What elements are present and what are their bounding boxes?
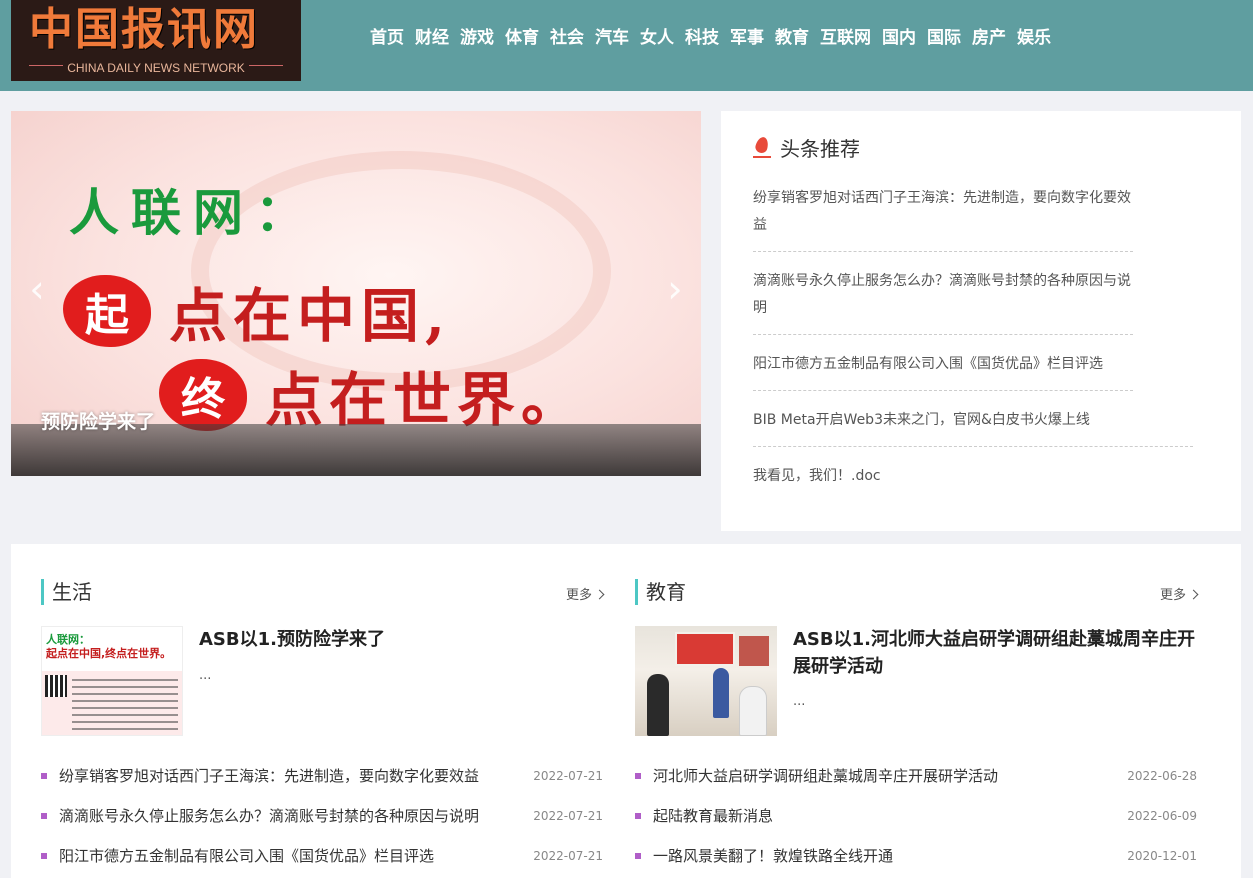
section-header: 教育 更多 — [635, 578, 1199, 606]
list-item[interactable]: 纷享销客罗旭对话西门子王海滨：先进制造，要向数字化要效益 2022-07-21 — [41, 764, 603, 804]
list-item[interactable]: 河北师大益启研学调研组赴藁城周辛庄开展研学活动 2022-06-28 — [635, 764, 1197, 804]
section-title: 生活 — [52, 580, 92, 604]
list-item-date: 2022-06-09 — [1127, 809, 1197, 823]
list-item-title: 河北师大益启研学调研组赴藁城周辛庄开展研学活动 — [653, 767, 999, 785]
logo-text: 中国报讯网 — [29, 4, 259, 55]
thumb-poster — [675, 632, 735, 666]
list-item-date: 2022-07-21 — [533, 849, 603, 863]
nav-item-games[interactable]: 游戏 — [460, 26, 494, 50]
more-link-text: 更多 — [1159, 588, 1186, 603]
nav-item-internet[interactable]: 互联网 — [820, 26, 871, 50]
logo-subtitle-text: CHINA DAILY NEWS NETWORK — [63, 61, 249, 75]
bullet-icon — [41, 853, 47, 859]
nav-item-domestic[interactable]: 国内 — [882, 26, 916, 50]
more-link[interactable]: 更多 — [1159, 584, 1199, 603]
fire-icon — [753, 137, 771, 159]
bullet-icon — [635, 813, 641, 819]
qr-code-icon — [45, 675, 67, 697]
list-item[interactable]: 一路风景美翻了！敦煌铁路全线开通 2020-12-01 — [635, 844, 1197, 878]
site-logo[interactable]: 中国报讯网 CHINA DAILY NEWS NETWORK — [11, 0, 301, 81]
section-life: 生活 更多 人联网： 起点在中国,终点在世界。 ASB以1.预防险学来了 ...… — [41, 544, 605, 878]
main-nav: 首页 财经 游戏 体育 社会 汽车 女人 科技 军事 教育 互联网 国内 国际 … — [370, 26, 1062, 50]
featured-thumbnail[interactable] — [635, 626, 777, 736]
headline-title-text: 头条推荐 — [780, 137, 860, 161]
section-accent-bar — [41, 579, 44, 605]
list-item-title: 滴滴账号永久停止服务怎么办？滴滴账号封禁的各种原因与说明 — [59, 807, 480, 825]
featured-title[interactable]: ASB以1.预防险学来了 — [199, 626, 603, 653]
slider-prev-icon[interactable]: ‹ — [23, 269, 51, 309]
slider-next-icon[interactable]: › — [661, 269, 689, 309]
nav-item-home[interactable]: 首页 — [370, 26, 404, 50]
headline-panel: 头条推荐 纷享销客罗旭对话西门子王海滨：先进制造，要向数字化要效益 滴滴账号永久… — [721, 111, 1241, 531]
bullet-icon — [635, 773, 641, 779]
featured-excerpt: ... — [199, 668, 212, 683]
hero-slider[interactable]: 人联网： 起 点在中国, 终 点在世界。 预防险学来了 ‹ › — [11, 111, 701, 476]
list-item[interactable]: 滴滴账号永久停止服务怎么办？滴滴账号封禁的各种原因与说明 2022-07-21 — [41, 804, 603, 844]
list-item[interactable]: 起陆教育最新消息 2022-06-09 — [635, 804, 1197, 844]
more-link[interactable]: 更多 — [565, 584, 605, 603]
list-item-title: 起陆教育最新消息 — [653, 807, 774, 825]
slide-blob-end: 终 — [159, 359, 247, 431]
news-list: 纷享销客罗旭对话西门子王海滨：先进制造，要向数字化要效益 2022-07-21 … — [41, 764, 603, 878]
site-header: 中国报讯网 CHINA DAILY NEWS NETWORK 首页 财经 游戏 … — [0, 0, 1253, 91]
featured-excerpt: ... — [793, 694, 806, 709]
headline-panel-title: 头条推荐 — [753, 133, 860, 162]
chevron-right-icon — [594, 589, 605, 600]
thumb-line2: 起点在中国,终点在世界。 — [46, 647, 172, 660]
slide-caption[interactable]: 预防险学来了 — [41, 407, 155, 434]
nav-item-international[interactable]: 国际 — [927, 26, 961, 50]
headline-item[interactable]: 阳江市德方五金制品有限公司入围《国货优品》栏目评选 — [753, 351, 1133, 391]
featured-thumbnail[interactable]: 人联网： 起点在中国,终点在世界。 — [41, 626, 183, 736]
section-education: 教育 更多 ASB以1.河北师大益启研学调研组赴藁城周辛庄开展研学活动 ... … — [635, 544, 1199, 878]
section-header: 生活 更多 — [41, 578, 605, 606]
headline-item[interactable]: 滴滴账号永久停止服务怎么办？滴滴账号封禁的各种原因与说明 — [753, 268, 1133, 335]
headline-item[interactable]: 我看见，我们！.doc — [753, 463, 1133, 502]
section-title: 教育 — [646, 580, 686, 604]
list-item-title: 一路风景美翻了！敦煌铁路全线开通 — [653, 847, 894, 865]
nav-item-military[interactable]: 军事 — [730, 26, 764, 50]
list-item-title: 阳江市德方五金制品有限公司入围《国货优品》栏目评选 — [59, 847, 435, 865]
headline-item[interactable]: BIB Meta开启Web3未来之门，官网&白皮书火爆上线 — [753, 407, 1193, 447]
thumb-text-lines — [72, 679, 178, 731]
more-link-text: 更多 — [565, 588, 592, 603]
nav-item-finance[interactable]: 财经 — [415, 26, 449, 50]
thumb-person — [713, 668, 729, 718]
featured-title[interactable]: ASB以1.河北师大益启研学调研组赴藁城周辛庄开展研学活动 — [793, 626, 1197, 680]
category-sections: 生活 更多 人联网： 起点在中国,终点在世界。 ASB以1.预防险学来了 ...… — [11, 544, 1241, 878]
bullet-icon — [41, 813, 47, 819]
nav-item-sports[interactable]: 体育 — [505, 26, 539, 50]
nav-item-entertainment[interactable]: 娱乐 — [1017, 26, 1051, 50]
thumb-person — [739, 686, 767, 736]
list-item[interactable]: 阳江市德方五金制品有限公司入围《国货优品》栏目评选 2022-07-21 — [41, 844, 603, 878]
headline-list: 纷享销客罗旭对话西门子王海滨：先进制造，要向数字化要效益 滴滴账号永久停止服务怎… — [753, 185, 1209, 518]
list-item-date: 2022-07-21 — [533, 769, 603, 783]
slide-blob-start: 起 — [63, 275, 151, 347]
section-accent-bar — [635, 579, 638, 605]
logo-subtitle: CHINA DAILY NEWS NETWORK — [11, 61, 301, 75]
news-list: 河北师大益启研学调研组赴藁城周辛庄开展研学活动 2022-06-28 起陆教育最… — [635, 764, 1197, 878]
slide-text-start: 点在中国, — [169, 282, 452, 350]
list-item-title: 纷享销客罗旭对话西门子王海滨：先进制造，要向数字化要效益 — [59, 767, 480, 785]
slide-row-start: 起 点在中国, — [63, 269, 451, 353]
nav-item-tech[interactable]: 科技 — [685, 26, 719, 50]
slide-headline: 人联网： — [69, 183, 317, 242]
bullet-icon — [41, 773, 47, 779]
nav-item-education[interactable]: 教育 — [775, 26, 809, 50]
list-item-date: 2022-07-21 — [533, 809, 603, 823]
list-item-date: 2020-12-01 — [1127, 849, 1197, 863]
nav-item-women[interactable]: 女人 — [640, 26, 674, 50]
bullet-icon — [635, 853, 641, 859]
nav-item-auto[interactable]: 汽车 — [595, 26, 629, 50]
thumb-poster — [739, 636, 769, 666]
thumb-person — [647, 674, 669, 736]
chevron-right-icon — [1188, 589, 1199, 600]
headline-item[interactable]: 纷享销客罗旭对话西门子王海滨：先进制造，要向数字化要效益 — [753, 185, 1133, 252]
nav-item-society[interactable]: 社会 — [550, 26, 584, 50]
list-item-date: 2022-06-28 — [1127, 769, 1197, 783]
nav-item-realestate[interactable]: 房产 — [972, 26, 1006, 50]
